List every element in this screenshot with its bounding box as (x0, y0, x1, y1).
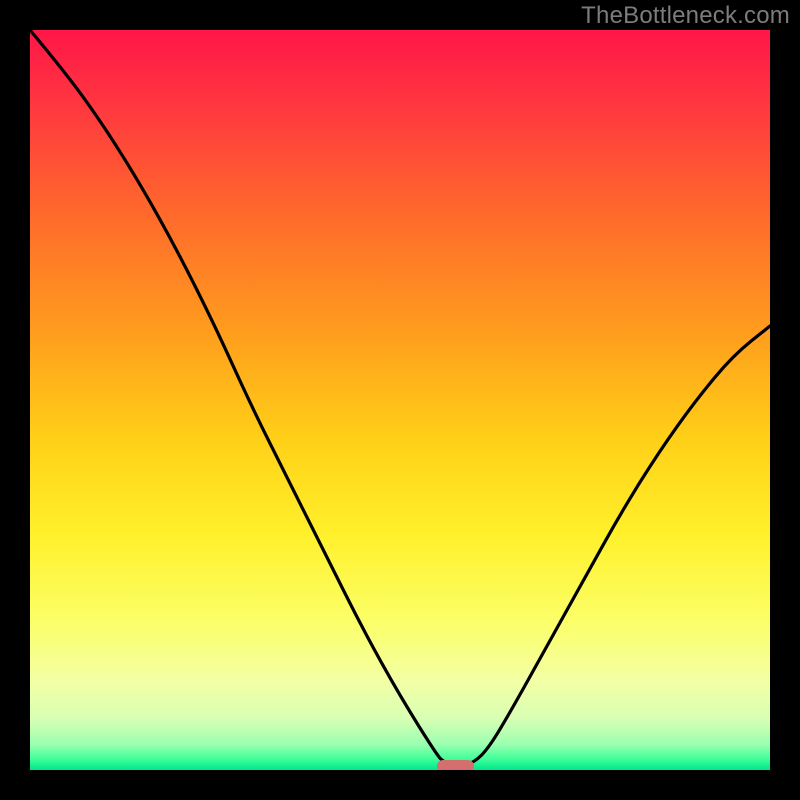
plot-area (30, 30, 770, 770)
chart-frame: TheBottleneck.com (0, 0, 800, 800)
optimal-marker (437, 760, 474, 770)
watermark-text: TheBottleneck.com (581, 2, 790, 30)
bottleneck-curve (30, 30, 770, 770)
